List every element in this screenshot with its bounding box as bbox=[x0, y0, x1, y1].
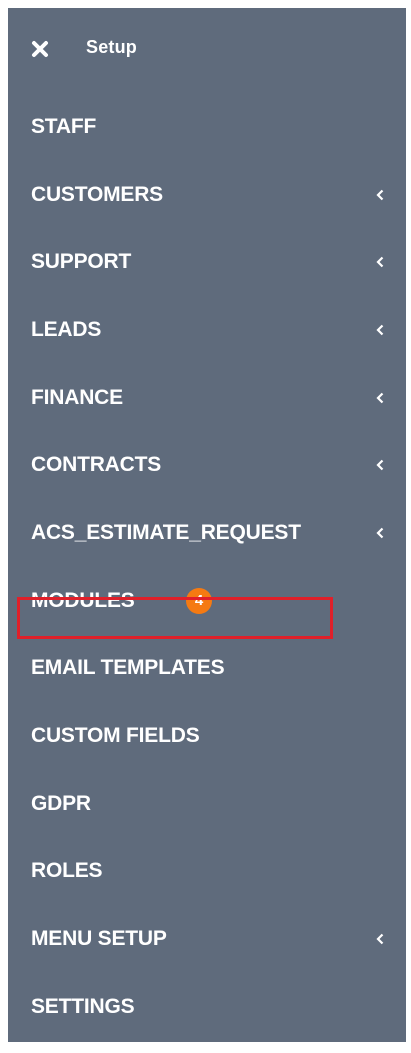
chevron-left-icon bbox=[376, 189, 384, 200]
menu-item-label: ROLES bbox=[31, 859, 103, 883]
menu-item-roles[interactable]: ROLES bbox=[8, 838, 406, 906]
menu-item-menu-setup[interactable]: MENU SETUP bbox=[8, 905, 406, 973]
setup-sidebar: Setup STAFF CUSTOMERS SUPPORT LEADS FINA… bbox=[8, 8, 406, 1042]
menu-item-label: FINANCE bbox=[31, 385, 123, 409]
menu-item-label: SETTINGS bbox=[31, 994, 135, 1018]
setup-menu: STAFF CUSTOMERS SUPPORT LEADS FINANCE CO… bbox=[8, 93, 406, 1041]
menu-item-support[interactable]: SUPPORT bbox=[8, 228, 406, 296]
menu-item-customers[interactable]: CUSTOMERS bbox=[8, 161, 406, 229]
menu-item-finance[interactable]: FINANCE bbox=[8, 364, 406, 432]
menu-item-label: SUPPORT bbox=[31, 250, 132, 274]
menu-item-gdpr[interactable]: GDPR bbox=[8, 770, 406, 838]
menu-item-label: CONTRACTS bbox=[31, 453, 162, 477]
menu-item-label: ACS_ESTIMATE_REQUEST bbox=[31, 520, 301, 544]
menu-item-email-templates[interactable]: EMAIL TEMPLATES bbox=[8, 635, 406, 703]
menu-item-modules[interactable]: MODULES 4 bbox=[8, 567, 406, 635]
menu-item-label: LEADS bbox=[31, 317, 102, 341]
menu-item-label: STAFF bbox=[31, 114, 97, 138]
menu-item-label: MENU SETUP bbox=[31, 927, 167, 951]
menu-item-settings[interactable]: SETTINGS bbox=[8, 973, 406, 1041]
menu-item-leads[interactable]: LEADS bbox=[8, 296, 406, 364]
menu-item-label: CUSTOM FIELDS bbox=[31, 724, 200, 748]
menu-item-label: GDPR bbox=[31, 791, 91, 815]
chevron-left-icon bbox=[376, 460, 384, 471]
close-icon[interactable] bbox=[31, 40, 49, 58]
menu-item-label: MODULES bbox=[31, 588, 135, 612]
menu-item-label: EMAIL TEMPLATES bbox=[31, 656, 225, 680]
menu-item-contracts[interactable]: CONTRACTS bbox=[8, 431, 406, 499]
chevron-left-icon bbox=[376, 256, 384, 268]
chevron-left-icon bbox=[376, 324, 384, 336]
menu-item-label: CUSTOMERS bbox=[31, 182, 163, 206]
modules-count-badge: 4 bbox=[186, 587, 212, 614]
menu-item-staff[interactable]: STAFF bbox=[8, 93, 406, 161]
menu-item-custom-fields[interactable]: CUSTOM FIELDS bbox=[8, 702, 406, 770]
sidebar-header: Setup bbox=[8, 28, 406, 68]
chevron-left-icon bbox=[376, 527, 384, 539]
chevron-left-icon bbox=[376, 933, 384, 945]
sidebar-title: Setup bbox=[86, 37, 138, 57]
menu-item-acs-estimate-request[interactable]: ACS_ESTIMATE_REQUEST bbox=[8, 499, 406, 567]
chevron-left-icon bbox=[376, 392, 384, 403]
